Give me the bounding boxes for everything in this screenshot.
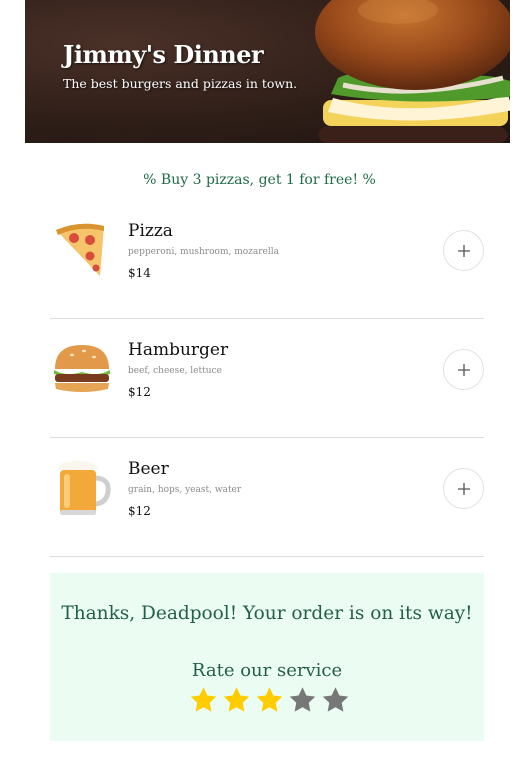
add-pizza-button[interactable] (443, 230, 484, 271)
star-icon[interactable] (187, 685, 220, 715)
plus-icon (457, 244, 470, 257)
menu-item-beer: Beer grain, hops, yeast, water $12 (50, 438, 484, 557)
menu-list: Pizza pepperoni, mushroom, mozarella $14… (50, 200, 484, 557)
menu-item-pizza: Pizza pepperoni, mushroom, mozarella $14 (50, 200, 484, 319)
hero-banner: Jimmy's Dinner The best burgers and pizz… (25, 0, 510, 143)
item-price: $12 (128, 504, 151, 518)
order-confirmation-panel: Thanks, Deadpool! Your order is on its w… (50, 573, 484, 741)
item-description: pepperoni, mushroom, mozarella (128, 247, 280, 257)
restaurant-title: Jimmy's Dinner (63, 40, 264, 69)
pizza-icon (56, 223, 104, 276)
item-name: Pizza (128, 221, 173, 241)
hero-burger-photo (315, 0, 510, 143)
rating-stars (187, 685, 352, 715)
restaurant-tagline: The best burgers and pizzas in town. (63, 76, 298, 91)
plus-icon (457, 482, 470, 495)
item-price: $14 (128, 266, 151, 280)
plus-icon (457, 363, 470, 376)
add-beer-button[interactable] (443, 468, 484, 509)
item-price: $12 (128, 385, 151, 399)
star-icon[interactable] (286, 685, 319, 715)
item-name: Beer (128, 459, 169, 479)
beer-icon (58, 460, 111, 515)
item-description: beef, cheese, lettuce (128, 366, 222, 376)
star-icon[interactable] (253, 685, 286, 715)
promo-banner: % Buy 3 pizzas, get 1 for free! % (143, 172, 376, 188)
hamburger-icon (54, 345, 110, 392)
add-hamburger-button[interactable] (443, 349, 484, 390)
order-confirmation-message: Thanks, Deadpool! Your order is on its w… (61, 603, 473, 624)
star-icon[interactable] (319, 685, 352, 715)
star-icon[interactable] (220, 685, 253, 715)
item-description: grain, hops, yeast, water (128, 485, 242, 495)
menu-item-hamburger: Hamburger beef, cheese, lettuce $12 (50, 319, 484, 438)
item-name: Hamburger (128, 340, 229, 360)
rating-label: Rate our service (191, 660, 343, 681)
